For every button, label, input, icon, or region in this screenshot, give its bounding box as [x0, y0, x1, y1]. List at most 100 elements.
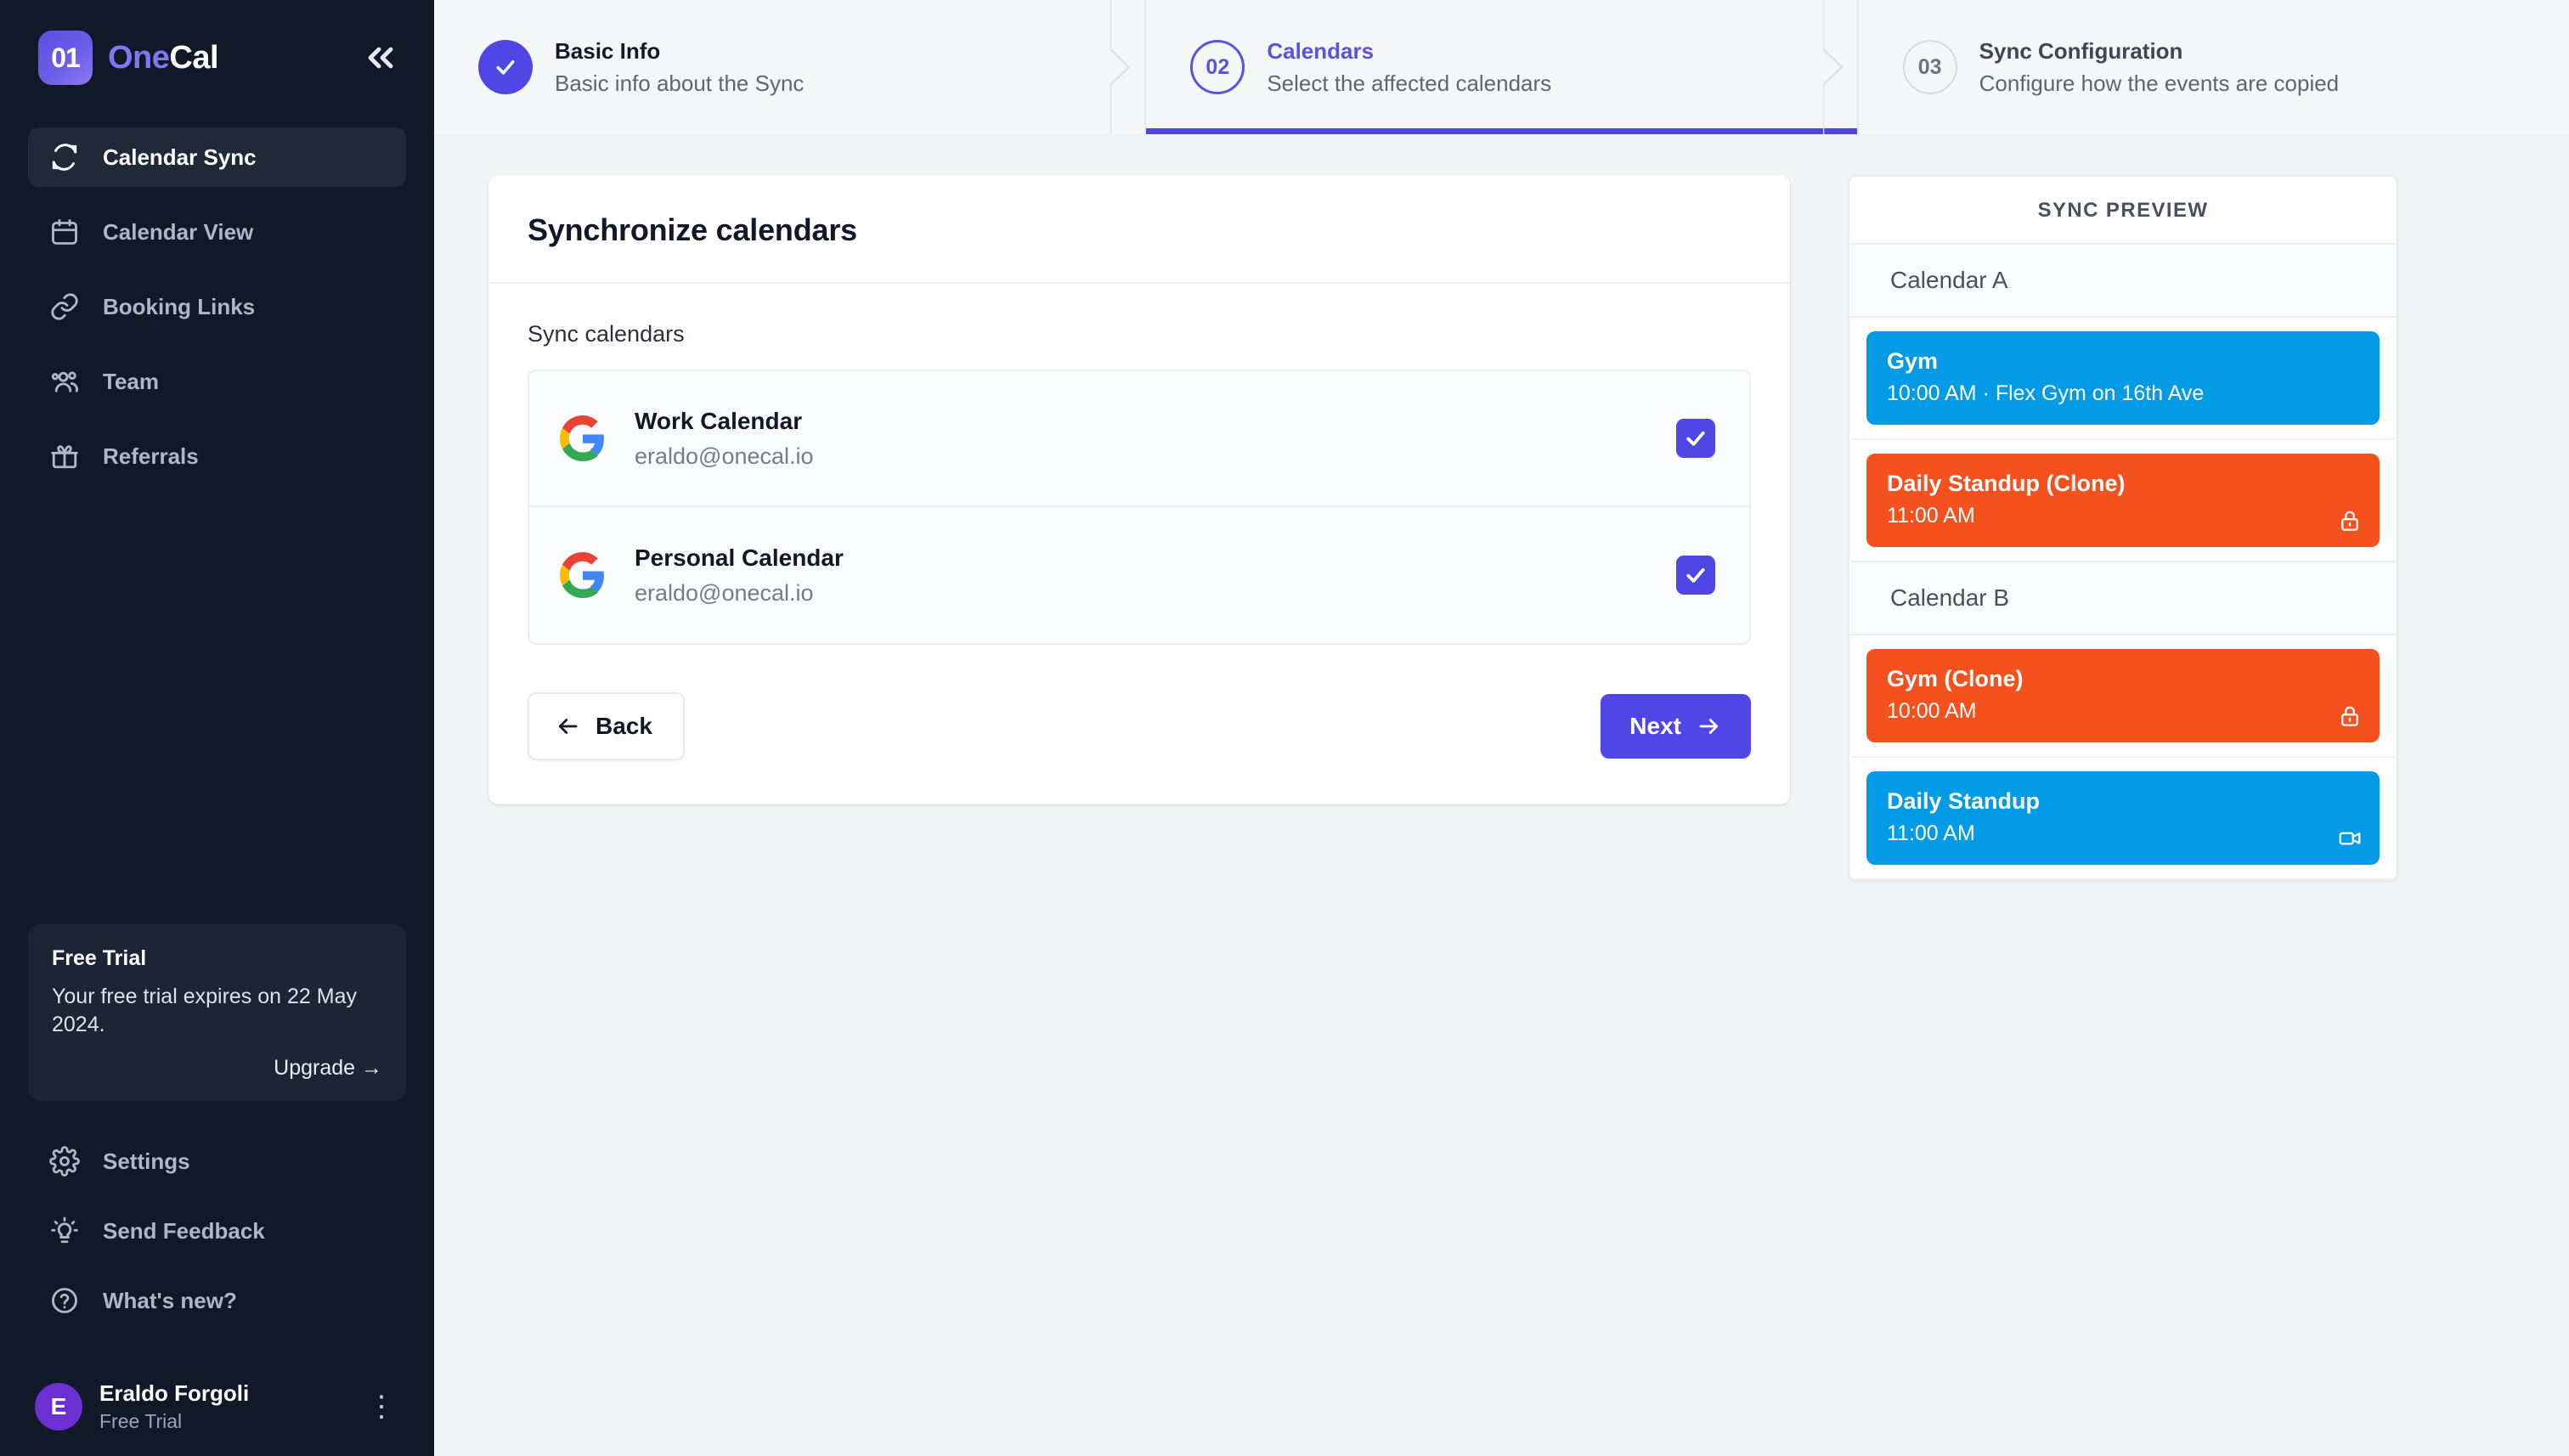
primary-nav: Calendar Sync Calendar View: [28, 127, 406, 501]
sidebar: 01 OneCal Calendar Sync: [0, 0, 434, 1456]
sync-preview-panel: SYNC PREVIEW Calendar A Gym 10:00 AM · F…: [1848, 175, 2398, 882]
card-header: Synchronize calendars: [488, 175, 1790, 284]
event-card[interactable]: Gym 10:00 AM · Flex Gym on 16th Ave: [1866, 331, 2380, 425]
user-profile[interactable]: E Eraldo Forgoli Free Trial ⋮: [28, 1357, 406, 1456]
preview-group-label-b: Calendar B: [1849, 562, 2397, 635]
sidebar-item-booking-links[interactable]: Booking Links: [28, 277, 406, 336]
step-subtitle: Basic info about the Sync: [555, 71, 804, 97]
next-button-label: Next: [1629, 713, 1681, 740]
user-menu-button[interactable]: ⋮: [367, 1392, 396, 1421]
event-subtitle: 10:00 AM: [1887, 699, 2359, 724]
event-subtitle: 11:00 AM: [1887, 504, 2359, 528]
upgrade-link[interactable]: Upgrade →: [52, 1056, 382, 1081]
sidebar-item-label: Calendar Sync: [103, 144, 257, 171]
step-title: Sync Configuration: [1979, 38, 2340, 65]
event-subtitle: 11:00 AM: [1887, 821, 2359, 846]
calendar-row-personal[interactable]: Personal Calendar eraldo@onecal.io: [529, 507, 1749, 643]
step-text: Basic Info Basic info about the Sync: [555, 38, 804, 97]
step-calendars[interactable]: 02 Calendars Select the affected calenda…: [1146, 0, 1858, 134]
arrow-left-icon: [555, 714, 580, 739]
calendar-icon: [48, 216, 81, 248]
sidebar-item-send-feedback[interactable]: Send Feedback: [28, 1201, 406, 1261]
calendar-list: Work Calendar eraldo@onecal.io: [528, 370, 1751, 645]
trial-title: Free Trial: [52, 946, 382, 971]
calendar-email: eraldo@onecal.io: [635, 443, 814, 470]
sidebar-item-label: Send Feedback: [103, 1218, 265, 1244]
calendar-checkbox[interactable]: [1676, 556, 1715, 595]
active-step-underline: [1146, 128, 1856, 134]
calendar-info: Personal Calendar eraldo@onecal.io: [635, 545, 844, 607]
sidebar-item-calendar-view[interactable]: Calendar View: [28, 202, 406, 262]
preview-group-label-a: Calendar A: [1849, 245, 2397, 318]
chevron-double-left-icon: [360, 37, 401, 78]
event-card[interactable]: Gym (Clone) 10:00 AM: [1866, 649, 2380, 742]
google-icon: [560, 552, 606, 598]
sync-icon: [48, 141, 81, 173]
step-divider-chevron-icon: [1823, 0, 1859, 134]
user-meta: Eraldo Forgoli Free Trial: [99, 1380, 249, 1433]
sidebar-item-label: Calendar View: [103, 219, 253, 245]
collapse-sidebar-button[interactable]: [360, 37, 401, 78]
calendar-row-work[interactable]: Work Calendar eraldo@onecal.io: [529, 371, 1749, 507]
gift-icon: [48, 440, 81, 472]
sidebar-item-whats-new[interactable]: What's new?: [28, 1271, 406, 1330]
arrow-right-icon: [1697, 714, 1722, 739]
user-plan: Free Trial: [99, 1410, 249, 1433]
preview-events-b: Gym (Clone) 10:00 AM: [1851, 635, 2395, 880]
step-text: Calendars Select the affected calendars: [1267, 38, 1551, 97]
card-footer: Back Next: [488, 645, 1790, 804]
lightbulb-icon: [48, 1215, 81, 1247]
calendar-info: Work Calendar eraldo@onecal.io: [635, 408, 814, 470]
event-card[interactable]: Daily Standup (Clone) 11:00 AM: [1866, 454, 2380, 547]
event-title: Gym (Clone): [1887, 666, 2359, 692]
sidebar-item-label: What's new?: [103, 1288, 237, 1314]
calendar-name: Work Calendar: [635, 408, 814, 435]
event-title: Gym: [1887, 348, 2359, 375]
user-name: Eraldo Forgoli: [99, 1380, 249, 1407]
step-subtitle: Select the affected calendars: [1267, 71, 1551, 97]
app-name: OneCal: [108, 40, 218, 76]
sidebar-item-calendar-sync[interactable]: Calendar Sync: [28, 127, 406, 187]
lock-icon: [2337, 508, 2363, 533]
check-icon: [1683, 426, 1708, 451]
question-circle-icon: [48, 1284, 81, 1317]
onecal-logo-icon: 01: [38, 31, 93, 85]
sidebar-item-label: Settings: [103, 1148, 190, 1175]
calendar-checkbox[interactable]: [1676, 419, 1715, 458]
next-button[interactable]: Next: [1601, 694, 1751, 759]
calendar-name: Personal Calendar: [635, 545, 844, 572]
sidebar-item-referrals[interactable]: Referrals: [28, 426, 406, 486]
sidebar-item-label: Referrals: [103, 443, 199, 470]
step-sync-configuration[interactable]: 03 Sync Configuration Configure how the …: [1859, 0, 2569, 134]
secondary-nav: Settings Send Feedback: [28, 1132, 406, 1349]
lock-icon: [2337, 703, 2363, 729]
gear-icon: [48, 1145, 81, 1177]
preview-event-item: Daily Standup (Clone) 11:00 AM: [1851, 440, 2395, 561]
event-subtitle: 10:00 AM · Flex Gym on 16th Ave: [1887, 381, 2359, 406]
card-body: Sync calendars: [488, 284, 1790, 645]
sync-calendars-label: Sync calendars: [528, 321, 1751, 347]
step-text: Sync Configuration Configure how the eve…: [1979, 38, 2340, 97]
back-button[interactable]: Back: [528, 692, 685, 760]
sidebar-item-team[interactable]: Team: [28, 352, 406, 411]
video-icon: [2337, 826, 2363, 851]
google-icon: [560, 415, 606, 461]
back-button-label: Back: [596, 713, 652, 740]
sidebar-item-label: Team: [103, 369, 159, 395]
synchronize-calendars-card: Synchronize calendars Sync calendars: [488, 175, 1790, 804]
step-title: Basic Info: [555, 38, 804, 65]
step-title: Calendars: [1267, 38, 1551, 65]
main-area: Basic Info Basic info about the Sync 02 …: [434, 0, 2569, 1456]
event-title: Daily Standup (Clone): [1887, 471, 2359, 497]
event-title: Daily Standup: [1887, 788, 2359, 815]
link-icon: [48, 291, 81, 323]
content-area: Synchronize calendars Sync calendars: [434, 134, 2569, 1456]
brand: 01 OneCal: [28, 0, 406, 116]
app-root: 01 OneCal Calendar Sync: [0, 0, 2569, 1456]
trial-description: Your free trial expires on 22 May 2024.: [52, 983, 382, 1039]
calendar-email: eraldo@onecal.io: [635, 580, 844, 607]
step-subtitle: Configure how the events are copied: [1979, 71, 2340, 97]
event-card[interactable]: Daily Standup 11:00 AM: [1866, 771, 2380, 865]
sidebar-item-settings[interactable]: Settings: [28, 1132, 406, 1191]
step-basic-info[interactable]: Basic Info Basic info about the Sync: [434, 0, 1146, 134]
